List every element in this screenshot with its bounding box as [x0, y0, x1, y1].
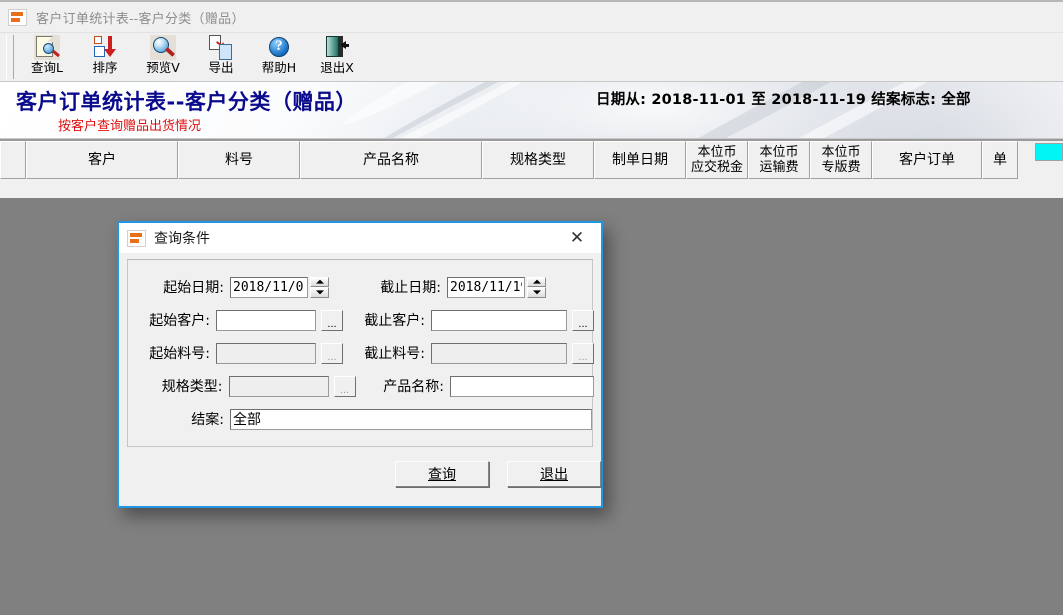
start-date-input[interactable] — [230, 276, 308, 298]
window-title: 客户订单统计表--客户分类（赠品） — [36, 10, 245, 26]
label-spec-type: 规格类型: — [161, 379, 223, 395]
application-window: 客户订单统计表--客户分类（赠品） 查询L 排序 预览V 导出 ? 帮助H 退出… — [0, 0, 1063, 615]
close-status-input[interactable] — [230, 408, 592, 430]
toolbar-label-query: 查询L — [31, 60, 63, 75]
toolbar-button-sort[interactable]: 排序 — [76, 33, 134, 79]
toolbar-label-export: 导出 — [208, 60, 234, 75]
toolbar-button-export[interactable]: 导出 — [192, 33, 250, 79]
exit-button[interactable]: 退出 — [507, 461, 601, 487]
toolbar-button-help[interactable]: ? 帮助H — [250, 33, 308, 79]
query-button-label: 查询 — [428, 467, 456, 483]
grid-column-customer-order[interactable]: 客户订单 — [872, 141, 982, 179]
end-part-number-picker-button[interactable]: ... — [572, 342, 594, 364]
grid-column-unit[interactable]: 单 — [982, 141, 1018, 179]
grid-column-tax[interactable]: 本位币 应交税金 — [686, 141, 748, 179]
grid-corner-cell[interactable] — [0, 141, 26, 179]
spec-type-picker-button[interactable]: ... — [333, 375, 356, 397]
dialog-titlebar: 查询条件 ✕ — [119, 223, 601, 253]
row-dates: 起始日期: 截止日期: — [128, 274, 594, 300]
sort-arrow-icon — [92, 35, 118, 60]
app-logo-icon — [127, 229, 146, 247]
query-conditions-dialog: 查询条件 ✕ 起始日期: 截止日期: 起始客户: ... — [117, 221, 603, 508]
row-close-status: 结案: — [128, 406, 594, 432]
label-start-date: 起始日期: — [163, 280, 224, 296]
label-end-part-number: 截止料号: — [364, 346, 425, 362]
report-grid-header: 客户 料号 产品名称 规格类型 制单日期 本位币 应交税金 本位币 运输费 本位… — [0, 139, 1063, 179]
row-customers: 起始客户: ... 截止客户: ... — [128, 307, 594, 333]
grid-column-freight[interactable]: 本位币 运输费 — [748, 141, 810, 179]
end-date-input[interactable] — [447, 276, 525, 298]
row-part-numbers: 起始料号: ... 截止料号: ... — [128, 340, 594, 366]
dialog-title: 查询条件 — [154, 231, 210, 247]
report-subtitle: 按客户查询赠品出货情况 — [58, 119, 202, 134]
close-icon[interactable]: ✕ — [557, 223, 597, 252]
query-document-magnifier-icon — [34, 35, 61, 60]
end-date-spinner[interactable] — [527, 276, 546, 298]
toolbar-grip[interactable] — [6, 35, 14, 79]
grid-column-spec-type[interactable]: 规格类型 — [482, 141, 594, 179]
start-date-spinner[interactable] — [310, 276, 329, 298]
label-product-name: 产品名称: — [383, 379, 444, 395]
toolbar-label-sort: 排序 — [92, 60, 118, 75]
grid-column-plate-fee[interactable]: 本位币 专版费 — [810, 141, 872, 179]
toolbar-label-help: 帮助H — [261, 60, 297, 75]
dialog-body: 起始日期: 截止日期: 起始客户: ... 截止客户: ... — [119, 253, 601, 506]
start-customer-input[interactable] — [216, 309, 316, 331]
start-customer-picker-button[interactable]: ... — [321, 309, 343, 331]
label-start-part-number: 起始料号: — [149, 346, 210, 362]
exit-door-icon — [324, 35, 350, 60]
export-pages-icon — [208, 35, 234, 60]
label-end-customer: 截止客户: — [364, 313, 425, 329]
grid-column-product-name[interactable]: 产品名称 — [300, 141, 482, 179]
product-name-input[interactable] — [450, 375, 594, 397]
toolbar-button-preview[interactable]: 预览V — [134, 33, 192, 79]
exit-button-label: 退出 — [540, 467, 568, 483]
help-question-icon: ? — [266, 35, 292, 60]
report-date-range: 日期从: 2018-11-01 至 2018-11-19 结案标志: 全部 — [596, 92, 971, 108]
start-part-number-input[interactable] — [216, 342, 316, 364]
toolbar-button-exit[interactable]: 退出X — [308, 33, 366, 79]
spec-type-input[interactable] — [228, 375, 329, 397]
report-title: 客户订单统计表--客户分类（赠品） — [16, 90, 357, 114]
grid-column-customer[interactable]: 客户 — [26, 141, 178, 179]
grid-column-part-number[interactable]: 料号 — [178, 141, 300, 179]
window-titlebar: 客户订单统计表--客户分类（赠品） — [0, 2, 1063, 32]
report-banner: 客户订单统计表--客户分类（赠品） 按客户查询赠品出货情况 日期从: 2018-… — [0, 82, 1063, 139]
end-part-number-input[interactable] — [431, 342, 567, 364]
label-end-date: 截止日期: — [380, 280, 441, 296]
main-toolbar: 查询L 排序 预览V 导出 ? 帮助H 退出X — [0, 32, 1063, 82]
end-customer-input[interactable] — [431, 309, 567, 331]
row-spec-product: 规格类型: ... 产品名称: — [128, 373, 594, 399]
dialog-field-group: 起始日期: 截止日期: 起始客户: ... 截止客户: ... — [127, 259, 594, 447]
toolbar-label-exit: 退出X — [320, 60, 354, 75]
toolbar-label-preview: 预览V — [146, 60, 180, 75]
grid-column-order-date[interactable]: 制单日期 — [594, 141, 686, 179]
label-close-status: 结案: — [191, 412, 224, 428]
query-button[interactable]: 查询 — [395, 461, 489, 487]
toolbar-button-query[interactable]: 查询L — [18, 33, 76, 79]
app-logo-icon — [8, 8, 27, 26]
grid-selected-cell-indicator[interactable] — [1035, 143, 1063, 161]
start-part-number-picker-button[interactable]: ... — [321, 342, 343, 364]
magnifier-preview-icon — [150, 35, 176, 60]
label-start-customer: 起始客户: — [149, 313, 210, 329]
end-customer-picker-button[interactable]: ... — [572, 309, 594, 331]
